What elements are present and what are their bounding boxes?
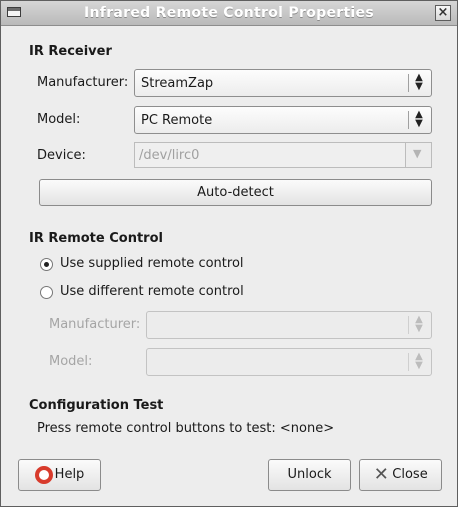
unlock-label: Unlock xyxy=(287,467,332,482)
manufacturer-value: StreamZap xyxy=(141,76,214,91)
combo-separator xyxy=(408,353,409,371)
model-label: Model: xyxy=(37,112,81,127)
device-label: Device: xyxy=(37,148,86,163)
device-dropdown-button: ▼ xyxy=(405,142,432,168)
radio-checked-icon[interactable] xyxy=(40,258,53,271)
help-button[interactable]: Help xyxy=(18,459,101,491)
title-bar[interactable]: Infrared Remote Control Properties × xyxy=(1,1,457,26)
config-test-status: Press remote control buttons to test: <n… xyxy=(37,421,335,436)
up-down-arrows-icon: ▲ ▼ xyxy=(415,314,423,334)
chevron-down-icon: ▼ xyxy=(413,147,422,160)
radio-use-different-label: Use different remote control xyxy=(60,284,244,299)
remote-manufacturer-label: Manufacturer: xyxy=(49,317,141,332)
close-button[interactable]: ✕ Close xyxy=(359,459,442,491)
radio-use-supplied[interactable]: Use supplied remote control xyxy=(40,256,300,274)
up-down-arrows-icon: ▲ ▼ xyxy=(415,351,423,371)
combo-separator xyxy=(408,316,409,334)
remote-model-combo: ▲ ▼ xyxy=(146,348,432,376)
device-entry: /dev/lirc0 xyxy=(134,142,406,168)
remote-manufacturer-combo: ▲ ▼ xyxy=(146,311,432,339)
help-label: Help xyxy=(54,467,85,482)
window-title: Infrared Remote Control Properties xyxy=(84,5,374,21)
combo-separator xyxy=(408,74,409,92)
combo-separator xyxy=(408,111,409,129)
close-icon: ✕ xyxy=(373,463,389,485)
auto-detect-button[interactable]: Auto-detect xyxy=(39,179,432,206)
lifebuoy-icon xyxy=(34,465,53,484)
window-close-button[interactable]: × xyxy=(435,5,451,21)
manufacturer-label: Manufacturer: xyxy=(37,75,129,90)
up-down-arrows-icon: ▲ ▼ xyxy=(415,72,423,92)
remote-model-label: Model: xyxy=(49,354,93,369)
unlock-button[interactable]: Unlock xyxy=(268,459,351,491)
dialog-window: Infrared Remote Control Properties × IR … xyxy=(0,0,458,507)
radio-use-supplied-label: Use supplied remote control xyxy=(60,256,244,271)
config-test-heading: Configuration Test xyxy=(29,398,164,413)
device-value: /dev/lirc0 xyxy=(139,148,200,163)
ir-remote-heading: IR Remote Control xyxy=(29,231,163,246)
radio-use-different[interactable]: Use different remote control xyxy=(40,284,300,302)
auto-detect-label: Auto-detect xyxy=(197,185,274,200)
radio-unchecked-icon[interactable] xyxy=(40,286,53,299)
ir-receiver-heading: IR Receiver xyxy=(29,44,112,59)
model-combo[interactable]: PC Remote ▲ ▼ xyxy=(134,106,432,134)
up-down-arrows-icon: ▲ ▼ xyxy=(415,109,423,129)
manufacturer-combo[interactable]: StreamZap ▲ ▼ xyxy=(134,69,432,97)
close-label: Close xyxy=(392,467,428,482)
model-value: PC Remote xyxy=(141,113,213,128)
device-combo: /dev/lirc0 ▼ xyxy=(134,142,432,168)
